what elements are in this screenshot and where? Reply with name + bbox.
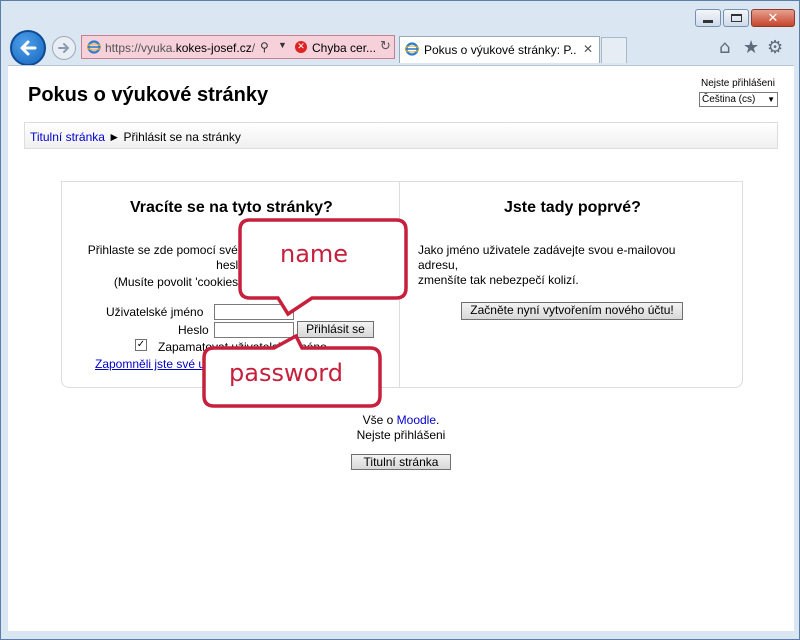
tab-active[interactable]: Pokus o výukové stránky: P... ✕ bbox=[399, 36, 600, 63]
footer-about: Vše o Moodle. bbox=[8, 413, 794, 427]
minimize-icon bbox=[703, 19, 713, 23]
browser-window: ✕ https://vyuka.kokes-josef.cz/ ⚲ ▼ ✕ Ch… bbox=[0, 0, 800, 640]
remember-username-checkbox[interactable]: ✓ bbox=[135, 339, 147, 351]
favorites-star-icon[interactable]: ★ bbox=[743, 37, 759, 58]
password-callout: password bbox=[200, 333, 386, 410]
refresh-icon[interactable]: ↻ bbox=[380, 39, 391, 54]
url-text[interactable]: https://vyuka.kokes-josef.cz/ bbox=[105, 41, 255, 55]
ie-logo-icon bbox=[405, 42, 419, 56]
close-tab-icon[interactable]: ✕ bbox=[583, 42, 593, 56]
back-button[interactable] bbox=[10, 30, 46, 66]
home-page-button[interactable]: Titulní stránka bbox=[351, 454, 451, 470]
back-arrow-icon bbox=[20, 40, 37, 56]
returning-heading: Vracíte se na tyto stránky? bbox=[130, 199, 333, 216]
breadcrumb: Titulní stránka ► Přihlásit se na stránk… bbox=[24, 122, 778, 149]
home-icon[interactable]: ⌂ bbox=[719, 37, 730, 58]
name-callout: name bbox=[236, 216, 412, 318]
password-callout-text: password bbox=[229, 359, 343, 387]
maximize-icon bbox=[730, 14, 742, 22]
close-window-button[interactable]: ✕ bbox=[751, 9, 795, 27]
language-select[interactable]: Čeština (cs) ▼ bbox=[699, 92, 778, 107]
breadcrumb-separator-icon: ► bbox=[108, 130, 121, 144]
breadcrumb-current: Přihlásit se na stránky bbox=[123, 130, 241, 144]
title-bar: ✕ bbox=[1, 1, 799, 31]
create-account-button[interactable]: Začněte nyní vytvořením nového účtu! bbox=[461, 302, 683, 320]
error-icon[interactable]: ✕ bbox=[295, 41, 307, 53]
chevron-down-icon: ▼ bbox=[767, 95, 775, 104]
footer-login-status: Nejste přihlášeni bbox=[356, 428, 446, 442]
ie-logo-icon bbox=[87, 40, 101, 54]
forward-arrow-icon bbox=[58, 43, 70, 53]
first-time-heading: Jste tady poprvé? bbox=[504, 199, 641, 216]
maximize-button[interactable] bbox=[723, 9, 749, 27]
page-viewport: Pokus o výukové stránky Nejste přihlášen… bbox=[8, 65, 794, 631]
login-status: Nejste přihlášeni bbox=[701, 78, 775, 89]
page-title: Pokus o výukové stránky bbox=[28, 84, 269, 106]
tab-title: Pokus o výukové stránky: P... bbox=[424, 43, 576, 57]
certificate-error-text[interactable]: Chyba cer... bbox=[312, 41, 378, 55]
signup-text: Jako jméno uživatele zadávejte svou e-ma… bbox=[418, 243, 718, 288]
signup-text-line3: zmenšíte tak nebezpečí kolizí. bbox=[418, 273, 579, 287]
close-icon: ✕ bbox=[767, 10, 779, 26]
new-tab-button[interactable] bbox=[601, 37, 627, 63]
gear-icon[interactable]: ⚙ bbox=[767, 37, 783, 58]
username-label: Uživatelské jméno bbox=[106, 305, 204, 319]
forward-button[interactable] bbox=[52, 36, 76, 60]
address-bar[interactable]: https://vyuka.kokes-josef.cz/ ⚲ ▼ ✕ Chyb… bbox=[81, 35, 395, 59]
search-icon[interactable]: ⚲ bbox=[260, 40, 269, 54]
footer-about-prefix: Vše o bbox=[362, 413, 397, 427]
signup-text-line1: Jako jméno uživatele zadávejte svou e-ma… bbox=[418, 243, 676, 257]
signup-text-line2: adresu, bbox=[418, 258, 459, 272]
language-select-value: Čeština (cs) bbox=[702, 94, 756, 105]
footer-about-suffix: . bbox=[436, 413, 440, 427]
chevron-down-icon[interactable]: ▼ bbox=[278, 40, 287, 50]
breadcrumb-home-link[interactable]: Titulní stránka bbox=[30, 130, 105, 144]
name-callout-text: name bbox=[280, 240, 349, 268]
moodle-link[interactable]: Moodle bbox=[397, 413, 436, 427]
minimize-button[interactable] bbox=[695, 9, 721, 27]
